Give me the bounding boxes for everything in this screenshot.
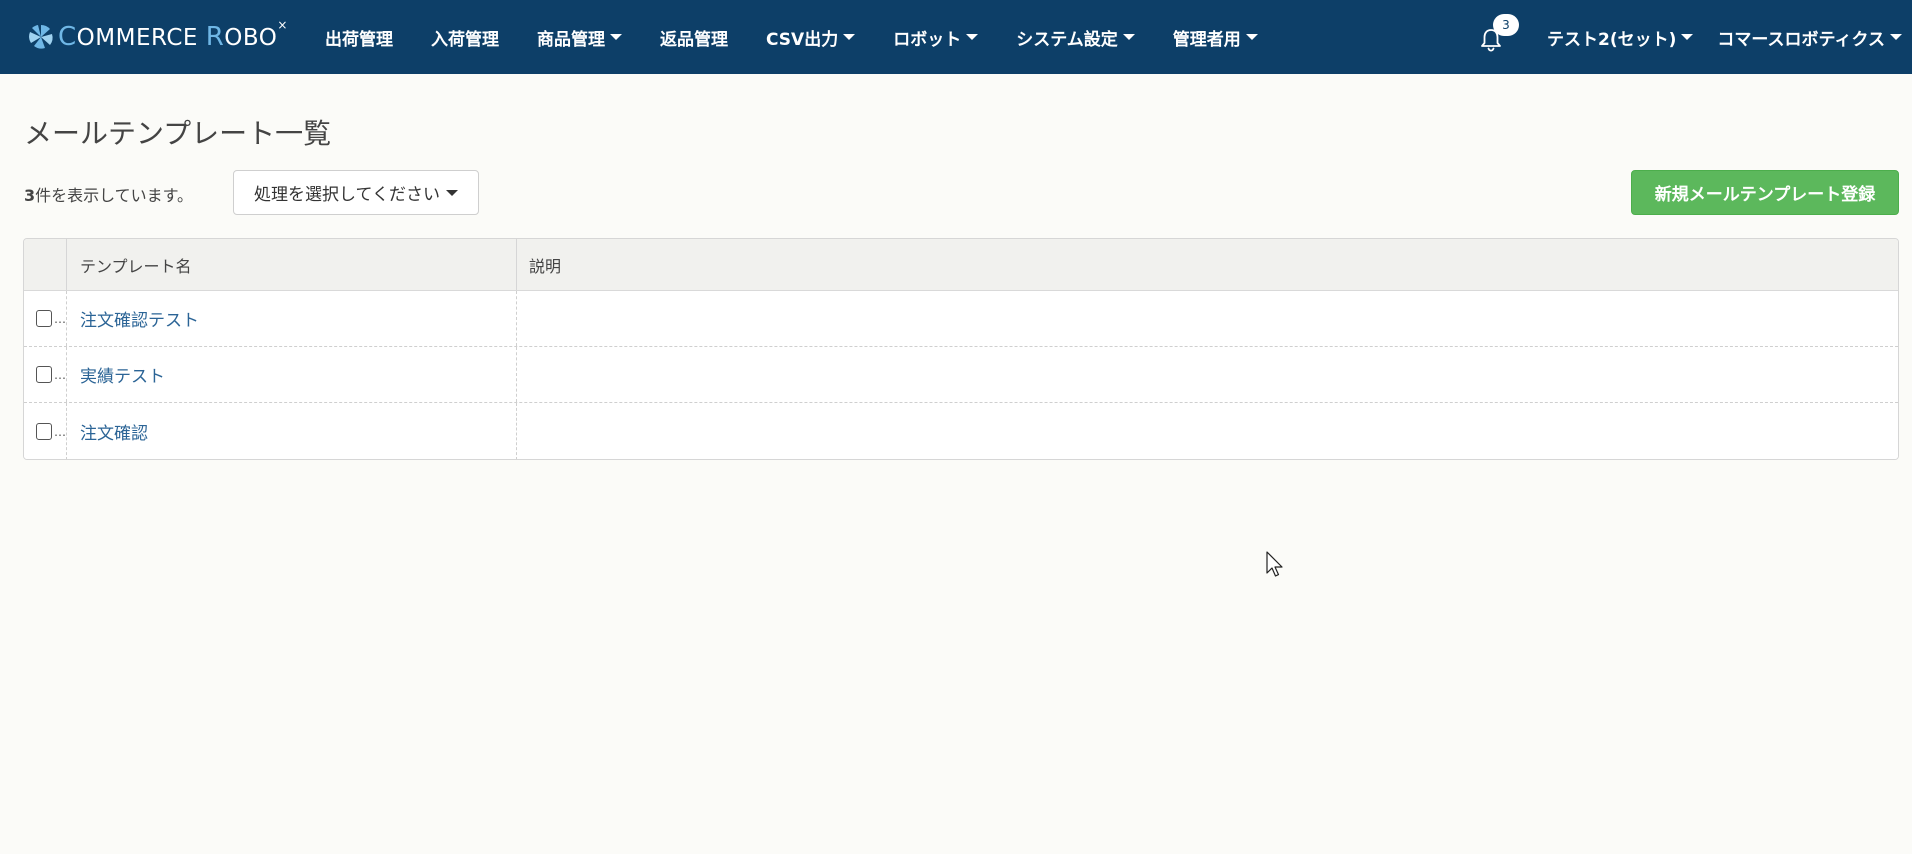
description-cell bbox=[517, 291, 1898, 346]
nav-item-csv-export[interactable]: CSV出力 bbox=[747, 0, 874, 74]
main-menu: 出荷管理 入荷管理 商品管理 返品管理 CSV出力 ロボット システム設定 管理… bbox=[306, 0, 1277, 74]
caret-down-icon bbox=[445, 189, 458, 196]
row-select-cell: … bbox=[24, 347, 67, 402]
nav-item-system-settings[interactable]: システム設定 bbox=[997, 0, 1154, 74]
description-cell bbox=[517, 347, 1898, 402]
caret-down-icon bbox=[1681, 34, 1694, 40]
nav-item-shipping[interactable]: 出荷管理 bbox=[306, 0, 412, 74]
bulk-action-label: 処理を選択してください bbox=[254, 185, 440, 205]
caret-down-icon bbox=[843, 34, 856, 40]
nav-item-robot[interactable]: ロボット bbox=[874, 0, 997, 74]
result-count-number: 3 bbox=[24, 186, 36, 205]
row-checkbox[interactable] bbox=[36, 423, 52, 440]
row-menu-glyph[interactable]: … bbox=[54, 368, 66, 382]
row-checkbox[interactable] bbox=[36, 310, 52, 327]
caret-down-icon bbox=[610, 34, 622, 40]
nav-item-returns[interactable]: 返品管理 bbox=[641, 0, 747, 74]
notification-count-badge: 3 bbox=[1493, 14, 1519, 36]
template-name-link[interactable]: 注文確認 bbox=[80, 419, 148, 444]
table-row: … 注文確認 bbox=[24, 403, 1898, 459]
header-select-cell bbox=[24, 239, 67, 290]
row-select-cell: … bbox=[24, 403, 67, 459]
description-cell bbox=[517, 403, 1898, 459]
nav-item-products[interactable]: 商品管理 bbox=[518, 0, 641, 74]
column-header-template-name: テンプレート名 bbox=[67, 239, 517, 290]
nav-item-receiving[interactable]: 入荷管理 bbox=[412, 0, 518, 74]
template-name-link[interactable]: 実績テスト bbox=[80, 362, 165, 387]
brand-name: COMMERCE ROBO× bbox=[58, 18, 288, 52]
caret-down-icon bbox=[966, 34, 979, 40]
caret-down-icon bbox=[1122, 34, 1135, 40]
commerce-robo-logo-icon bbox=[29, 24, 53, 49]
row-select-cell: … bbox=[24, 291, 67, 346]
bulk-action-dropdown[interactable]: 処理を選択してください bbox=[233, 170, 479, 215]
row-menu-glyph[interactable]: … bbox=[54, 425, 66, 439]
user-menu[interactable]: テスト2(セット) bbox=[1535, 0, 1705, 74]
caret-down-icon bbox=[1245, 34, 1258, 40]
table-row: … 実績テスト bbox=[24, 347, 1898, 403]
template-name-cell: 注文確認 bbox=[67, 403, 517, 459]
mail-template-table: テンプレート名 説明 … 注文確認テスト … 実績テスト … 注文確認 bbox=[23, 238, 1899, 460]
column-header-description: 説明 bbox=[529, 256, 562, 276]
top-navbar: COMMERCE ROBO× 出荷管理 入荷管理 商品管理 返品管理 CSV出力… bbox=[0, 0, 1912, 74]
brand-logo[interactable]: COMMERCE ROBO× bbox=[28, 0, 306, 74]
page-title: メールテンプレート一覧 bbox=[24, 117, 332, 150]
result-count: 3件を表示しています。 bbox=[24, 182, 193, 206]
new-mail-template-button[interactable]: 新規メールテンプレート登録 bbox=[1631, 170, 1899, 215]
template-name-link[interactable]: 注文確認テスト bbox=[80, 306, 199, 331]
company-menu[interactable]: コマースロボティクス bbox=[1705, 0, 1912, 74]
template-name-cell: 注文確認テスト bbox=[67, 291, 517, 346]
template-name-cell: 実績テスト bbox=[67, 347, 517, 402]
nav-item-admin[interactable]: 管理者用 bbox=[1154, 0, 1277, 74]
notifications-button[interactable]: 3 bbox=[1471, 0, 1519, 74]
navbar-right: 3 テスト2(セット) コマースロボティクス bbox=[1471, 0, 1912, 74]
table-header: テンプレート名 説明 bbox=[24, 239, 1898, 291]
row-menu-glyph[interactable]: … bbox=[54, 312, 66, 326]
mouse-pointer-icon bbox=[1266, 551, 1283, 577]
row-checkbox[interactable] bbox=[36, 366, 52, 383]
table-row: … 注文確認テスト bbox=[24, 291, 1898, 347]
result-count-suffix: 件を表示しています。 bbox=[35, 186, 194, 205]
caret-down-icon bbox=[1890, 34, 1902, 40]
